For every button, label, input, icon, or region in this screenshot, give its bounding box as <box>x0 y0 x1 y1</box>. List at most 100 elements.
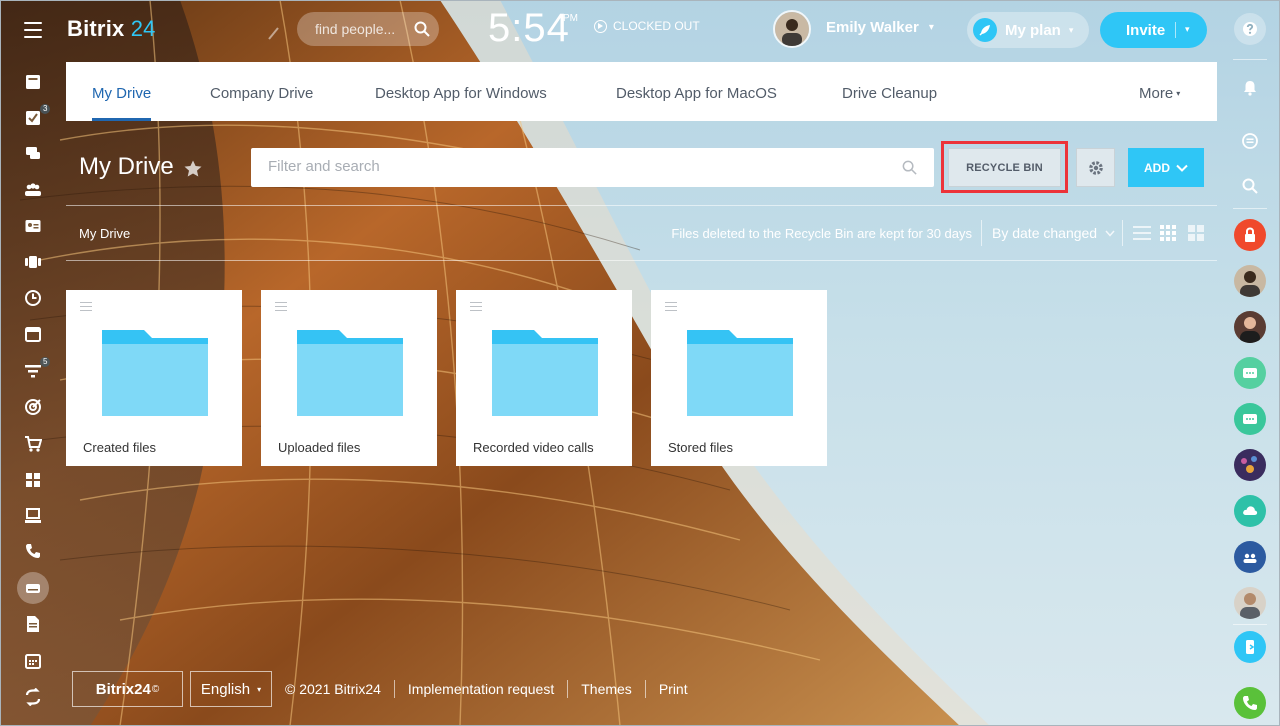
play-icon <box>594 19 607 33</box>
messenger-icon[interactable] <box>1234 125 1266 157</box>
shop-cart-icon[interactable] <box>22 433 44 455</box>
documents-icon[interactable] <box>22 613 44 635</box>
sort-dropdown[interactable]: By date changed <box>992 225 1115 241</box>
filter-search-input[interactable] <box>268 158 868 175</box>
footer-logo[interactable]: Bitrix24 © <box>72 671 183 707</box>
invite-button[interactable]: Invite ▾ <box>1100 12 1207 48</box>
contact-avatar[interactable] <box>1234 311 1266 343</box>
tab-more[interactable]: More ▾ <box>1139 62 1180 121</box>
card-menu-icon[interactable] <box>470 302 482 312</box>
tab-desktop-app-windows[interactable]: Desktop App for Windows <box>375 62 547 121</box>
invite-label: Invite <box>1126 21 1166 39</box>
video-conference-icon[interactable] <box>22 251 44 273</box>
themes-link[interactable]: Themes <box>581 681 632 697</box>
clock-ampm: PM <box>563 13 578 24</box>
video-chat-icon[interactable] <box>1234 357 1266 389</box>
folder-card[interactable]: Uploaded files <box>261 290 437 466</box>
copyright: © 2021 Bitrix24 <box>285 681 381 697</box>
my-plan-label: My plan <box>1005 21 1061 39</box>
breadcrumb[interactable]: My Drive <box>79 226 130 241</box>
schedule-icon[interactable] <box>22 650 44 672</box>
group-chat-icon[interactable] <box>1234 541 1266 573</box>
folder-card[interactable]: Created files <box>66 290 242 466</box>
chevron-down-icon[interactable]: ▾ <box>1185 24 1190 35</box>
collapse-arrow-icon[interactable] <box>268 26 286 40</box>
tab-my-drive[interactable]: My Drive <box>92 62 152 121</box>
chevron-down-icon: ▾ <box>1176 89 1181 99</box>
card-menu-icon[interactable] <box>80 302 92 312</box>
feed-icon[interactable] <box>22 71 44 93</box>
settings-button[interactable] <box>1076 148 1115 187</box>
tasks-badge: 3 <box>40 104 51 114</box>
notifications-bell-icon[interactable] <box>1234 72 1266 104</box>
search-icon[interactable] <box>901 159 918 176</box>
tab-drive-cleanup[interactable]: Drive Cleanup <box>842 62 937 121</box>
user-avatar[interactable] <box>773 10 811 48</box>
sync-icon[interactable] <box>22 686 44 708</box>
card-menu-icon[interactable] <box>665 302 677 312</box>
footer: Bitrix24 © English ▾ © 2021 Bitrix24 Imple… <box>72 671 688 707</box>
recycle-bin-button[interactable]: RECYCLE BIN <box>948 148 1061 187</box>
phone-call-icon[interactable] <box>1234 687 1266 719</box>
lock-icon[interactable] <box>1234 219 1266 251</box>
folder-card[interactable]: Stored files <box>651 290 827 466</box>
people-search[interactable] <box>297 12 439 46</box>
search-icon[interactable] <box>1234 170 1266 202</box>
add-label: ADD <box>1144 160 1170 175</box>
right-sidebar <box>1219 0 1280 726</box>
telephony-icon[interactable] <box>22 540 44 562</box>
apps-grid-icon[interactable] <box>22 469 44 491</box>
search-icon[interactable] <box>413 20 431 38</box>
grid-view-icon[interactable] <box>1160 224 1178 241</box>
mobile-app-icon[interactable] <box>1234 631 1266 663</box>
contact-avatar[interactable] <box>1234 587 1266 619</box>
user-name: Emily Walker <box>826 19 919 36</box>
my-plan-button[interactable]: My plan ▾ <box>967 12 1089 48</box>
clock-status[interactable]: CLOCKED OUT <box>594 19 700 33</box>
folder-icon <box>687 330 793 416</box>
chevron-down-icon: ▾ <box>1068 24 1074 35</box>
clock-time[interactable]: 5:54 <box>488 6 570 51</box>
sort-label: By date changed <box>992 225 1098 241</box>
bitrix24-logo[interactable]: Bitrix 24 <box>67 16 156 42</box>
sites-icon[interactable] <box>22 505 44 527</box>
filter-search[interactable] <box>251 148 934 187</box>
tab-company-drive[interactable]: Company Drive <box>210 62 313 121</box>
card-menu-icon[interactable] <box>275 302 287 312</box>
footer-logo-text: Bitrix24 <box>95 680 151 698</box>
recycle-bin-hint: Files deleted to the Recycle Bin are kep… <box>671 226 972 241</box>
implementation-request-link[interactable]: Implementation request <box>408 681 554 697</box>
list-view-icon[interactable] <box>1133 224 1151 241</box>
contact-card-icon[interactable] <box>22 215 44 237</box>
cloud-icon[interactable] <box>1234 495 1266 527</box>
target-icon[interactable] <box>22 396 44 418</box>
language-selector[interactable]: English ▾ <box>190 671 272 707</box>
tab-more-label: More <box>1139 85 1174 102</box>
tab-desktop-app-macos[interactable]: Desktop App for MacOS <box>616 62 777 121</box>
drive-icon[interactable] <box>17 572 49 604</box>
folder-name: Uploaded files <box>278 440 361 455</box>
folder-name: Recorded video calls <box>473 440 594 455</box>
group-avatar[interactable] <box>1234 449 1266 481</box>
language-label: English <box>200 680 251 698</box>
people-search-input[interactable] <box>315 21 410 37</box>
chat-icon[interactable] <box>22 143 44 165</box>
workgroups-icon[interactable] <box>22 179 44 201</box>
help-icon[interactable] <box>1234 13 1266 45</box>
drive-tabs: My Drive Company Drive Desktop App for W… <box>66 62 1217 121</box>
video-chat-icon[interactable] <box>1234 403 1266 435</box>
contact-avatar[interactable] <box>1234 265 1266 297</box>
large-tiles-view-icon[interactable] <box>1188 224 1206 241</box>
user-menu[interactable]: Emily Walker ▾ <box>826 19 934 36</box>
menu-hamburger-icon[interactable] <box>24 22 42 38</box>
add-button[interactable]: ADD <box>1128 148 1204 187</box>
folder-name: Created files <box>83 440 156 455</box>
print-link[interactable]: Print <box>659 681 688 697</box>
footer-logo-mark: © <box>151 683 160 695</box>
folder-icon <box>102 330 208 416</box>
time-clock-icon[interactable] <box>22 287 44 309</box>
star-icon[interactable] <box>183 159 203 179</box>
folder-card[interactable]: Recorded video calls <box>456 290 632 466</box>
gear-icon <box>1088 160 1103 175</box>
calendar-icon[interactable] <box>22 323 44 345</box>
